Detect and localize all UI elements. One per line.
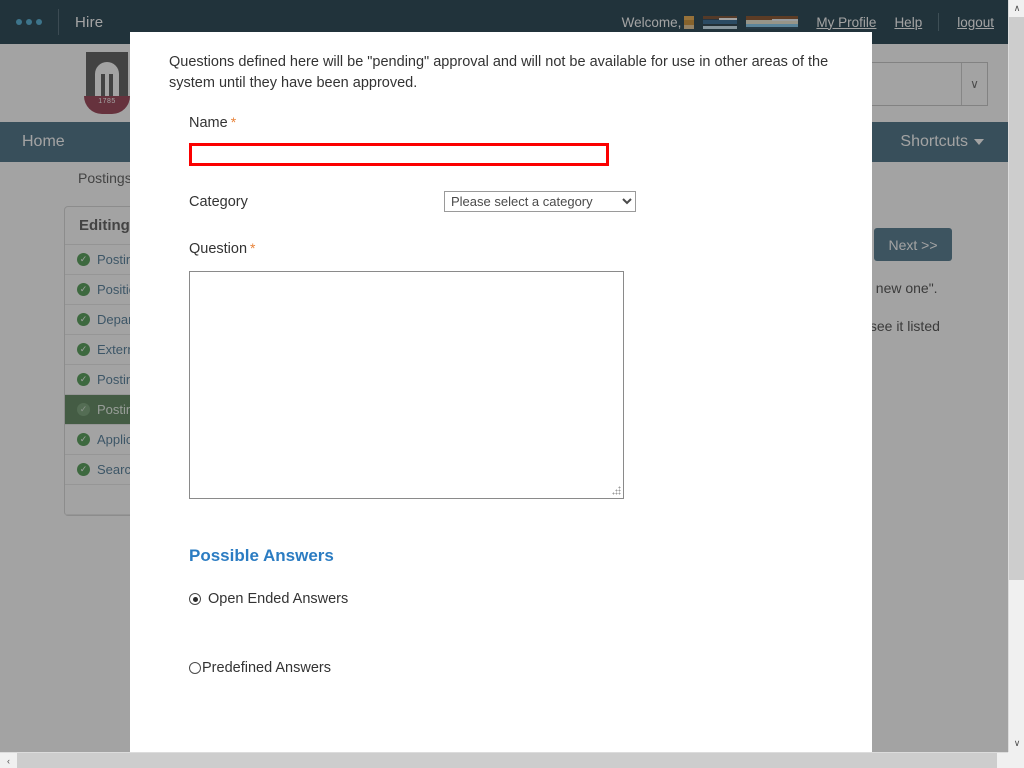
add-question-modal: Questions defined here will be "pending"… [130, 32, 872, 752]
question-textarea[interactable] [189, 271, 624, 499]
scroll-left-arrow-icon[interactable]: ‹ [0, 753, 17, 768]
answer-option-open-ended[interactable]: Open Ended Answers [189, 591, 852, 607]
answer-option-label: Open Ended Answers [208, 591, 349, 607]
scrollbar-corner [1008, 752, 1024, 768]
name-label: Name [189, 115, 228, 131]
horizontal-scrollbar[interactable]: ‹ › [0, 752, 1024, 768]
question-field-group: Question * [189, 240, 852, 499]
scroll-up-arrow-icon[interactable]: ∧ [1009, 0, 1024, 17]
horizontal-scroll-thumb[interactable] [17, 753, 997, 768]
category-label: Category [189, 193, 248, 210]
category-select[interactable]: Please select a category [444, 191, 636, 212]
required-marker: * [250, 240, 256, 256]
screen-root: Hire Welcome, My Profile Help logout 178… [0, 0, 1024, 768]
modal-intro-text: Questions defined here will be "pending"… [169, 54, 829, 91]
vertical-scroll-thumb[interactable] [1009, 17, 1024, 580]
answer-option-label: Predefined Answers [202, 660, 331, 676]
required-marker: * [230, 114, 237, 130]
scroll-down-arrow-icon[interactable]: ∨ [1009, 735, 1024, 752]
radio-button-predefined[interactable] [189, 662, 201, 674]
radio-button-open-ended[interactable] [189, 593, 201, 605]
name-field-group: Name * [189, 114, 852, 166]
answer-option-predefined[interactable]: Predefined Answers [189, 660, 852, 676]
vertical-scrollbar[interactable]: ∧ ∨ [1008, 0, 1024, 752]
question-textarea-wrapper [189, 271, 624, 499]
name-input[interactable] [189, 143, 609, 166]
possible-answers-heading: Possible Answers [189, 546, 334, 565]
question-label: Question [189, 241, 248, 257]
category-field-group: Category Please select a category [189, 191, 852, 212]
